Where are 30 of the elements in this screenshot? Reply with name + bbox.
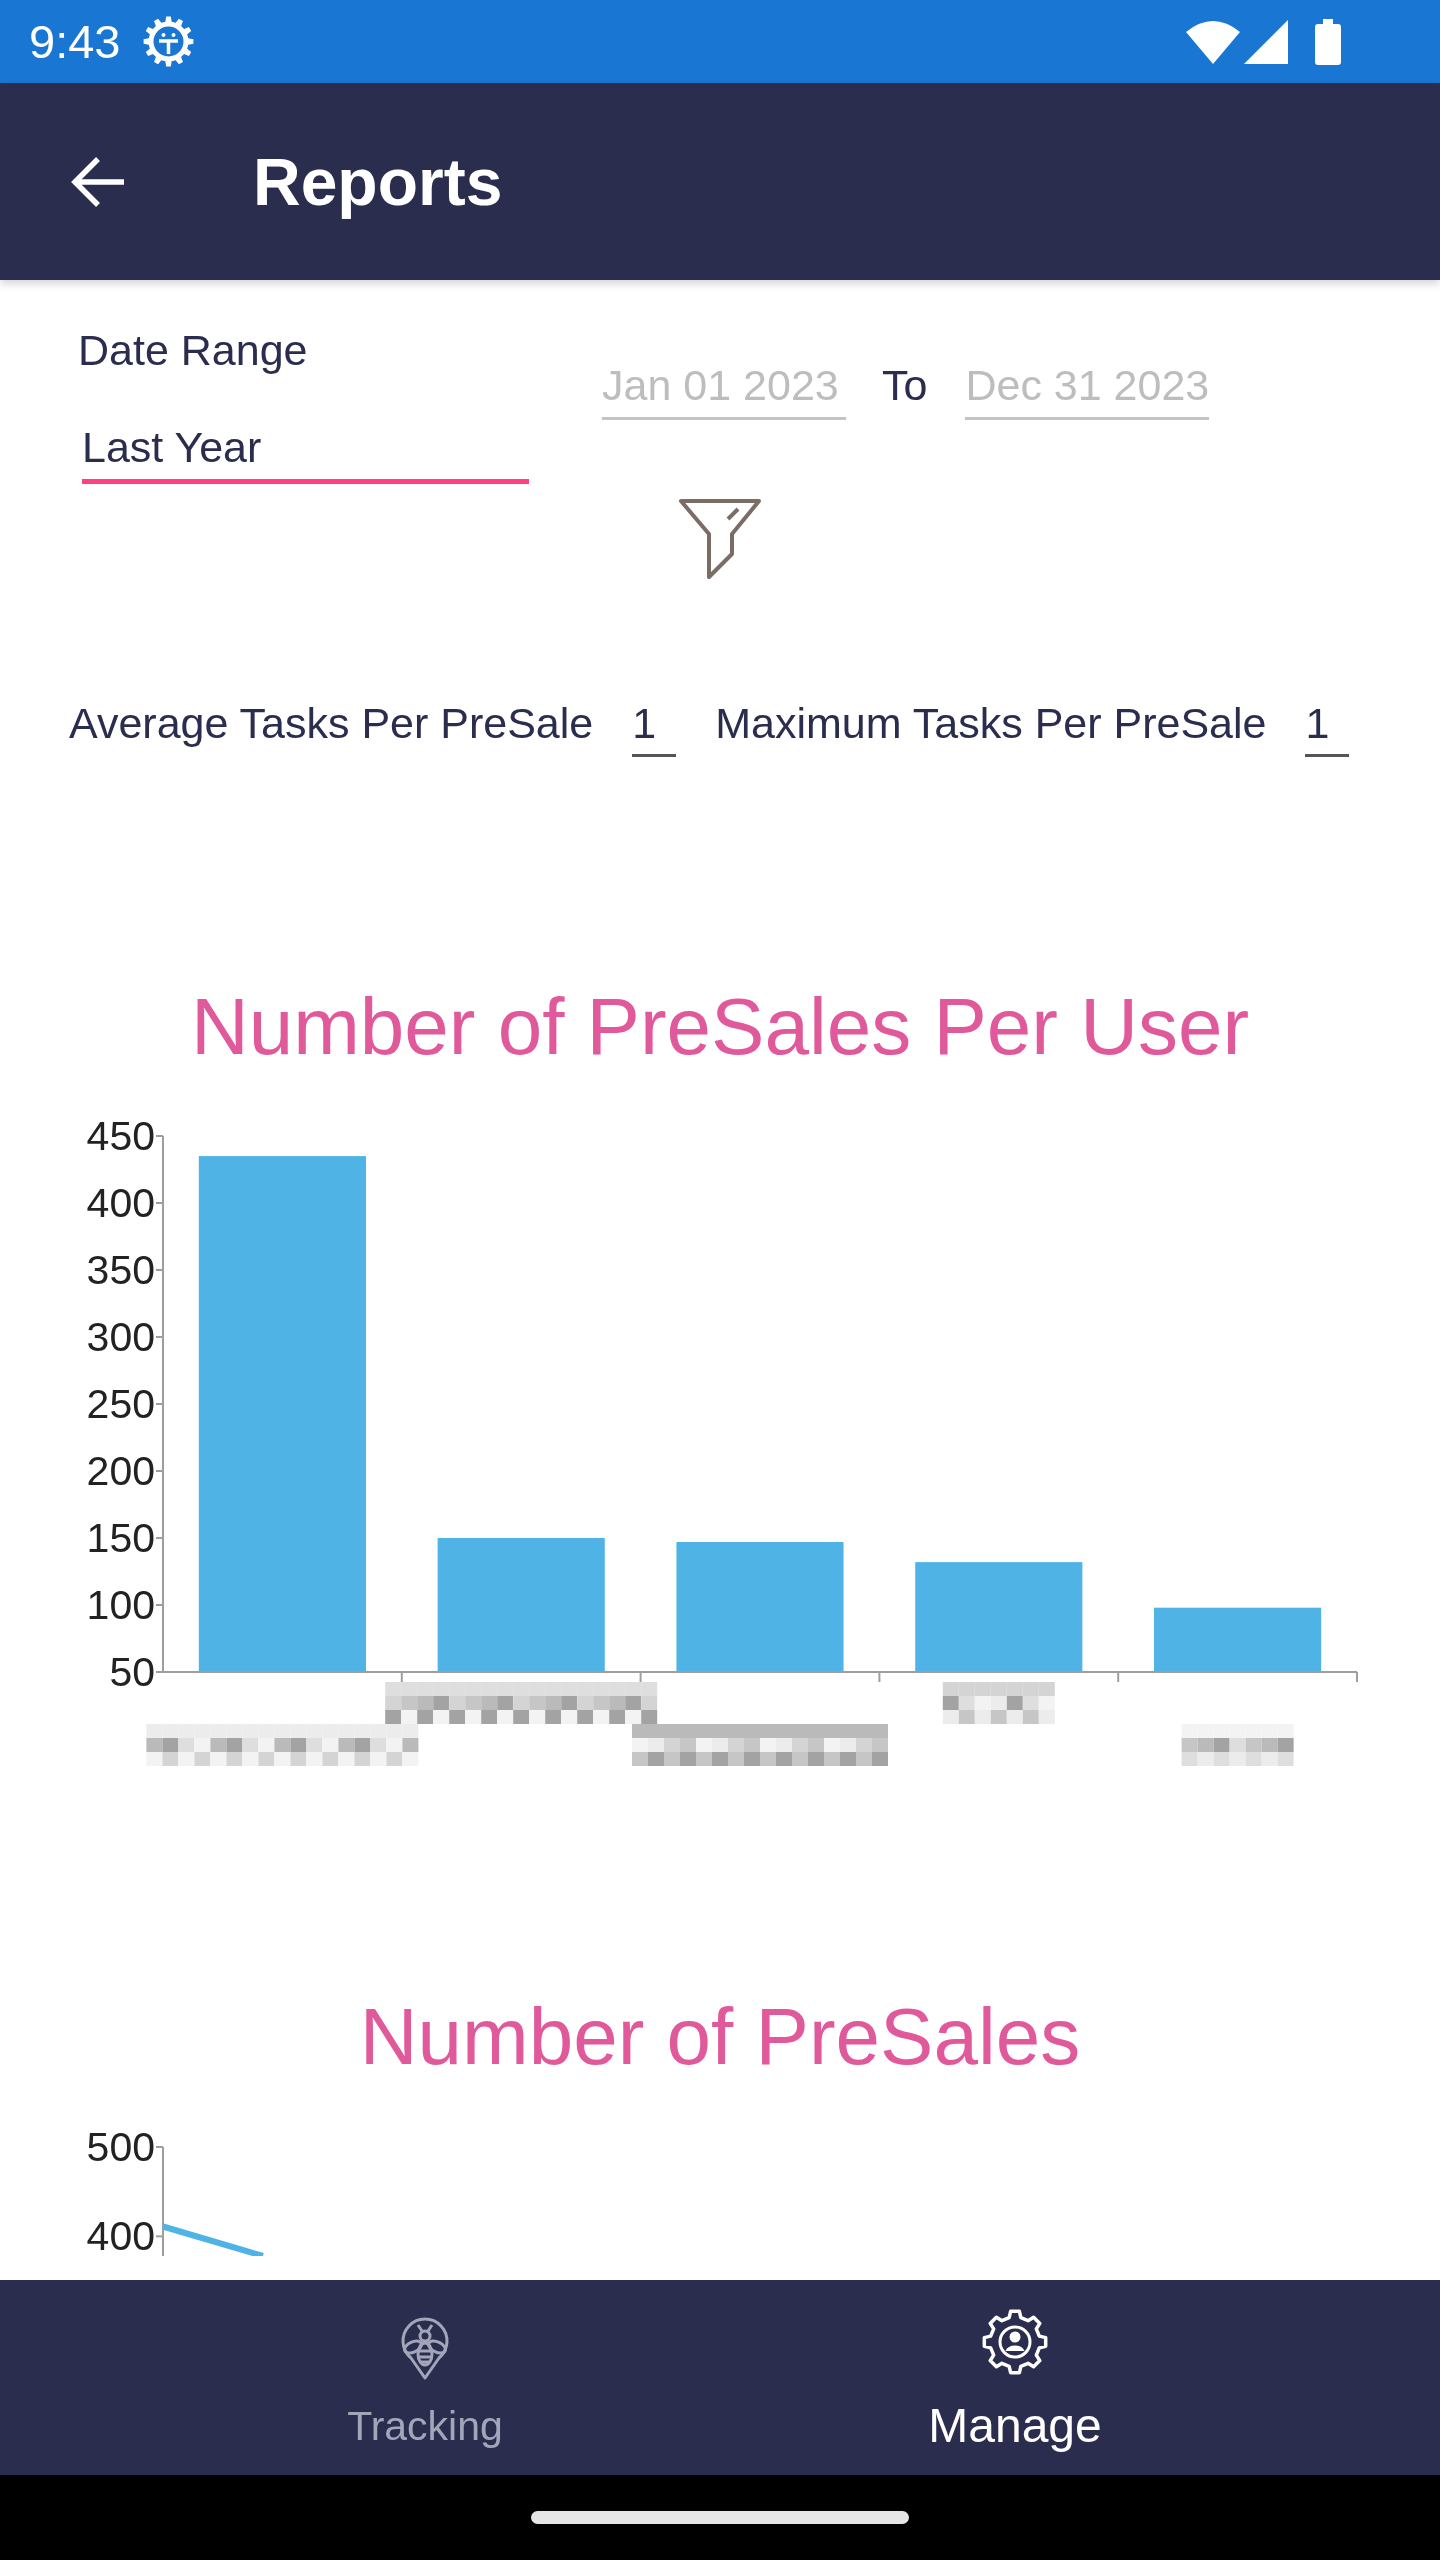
y-tick-label: 150 — [86, 1515, 155, 1561]
y-tick-label: 400 — [86, 2213, 155, 2256]
y-tick-label: 500 — [86, 2124, 155, 2170]
nav-tab[interactable]: Manage — [928, 2280, 1102, 2454]
y-tick-label: 50 — [109, 1649, 155, 1695]
y-tick-label: 450 — [86, 1113, 155, 1159]
y-tick-label: 350 — [86, 1247, 155, 1293]
y-tick-label: 400 — [86, 1180, 155, 1226]
date-separator: To — [882, 360, 928, 411]
date-range-picker[interactable]: Last Year — [82, 421, 529, 484]
y-tick-label: 300 — [86, 1314, 155, 1360]
screen-title: Reports — [253, 143, 503, 221]
y-tick-label: 250 — [86, 1381, 155, 1427]
y-tick-label: 200 — [86, 1448, 155, 1494]
stat-label: Maximum Tasks Per PreSale — [715, 698, 1267, 749]
nav-tab[interactable]: Tracking — [347, 2280, 503, 2451]
wifi-icon — [1186, 19, 1240, 64]
battery-icon — [1315, 18, 1341, 65]
filter-icon[interactable] — [678, 497, 762, 581]
gear-person-icon — [982, 2309, 1048, 2375]
status-time: 9:43 — [29, 14, 121, 69]
gear-icon — [143, 16, 195, 67]
signal-icon — [1244, 19, 1288, 64]
field-label: Date Range — [78, 325, 309, 376]
stat-value-field: 1 — [1305, 697, 1350, 757]
stat-value-field: 1 — [632, 697, 677, 757]
stat-label: Average Tasks Per PreSale — [69, 698, 594, 749]
y-tick-label: 100 — [86, 1582, 155, 1628]
chart-title: Number of PreSales — [358, 1991, 1082, 2083]
chart-title: Number of PreSales Per User — [189, 981, 1251, 1073]
